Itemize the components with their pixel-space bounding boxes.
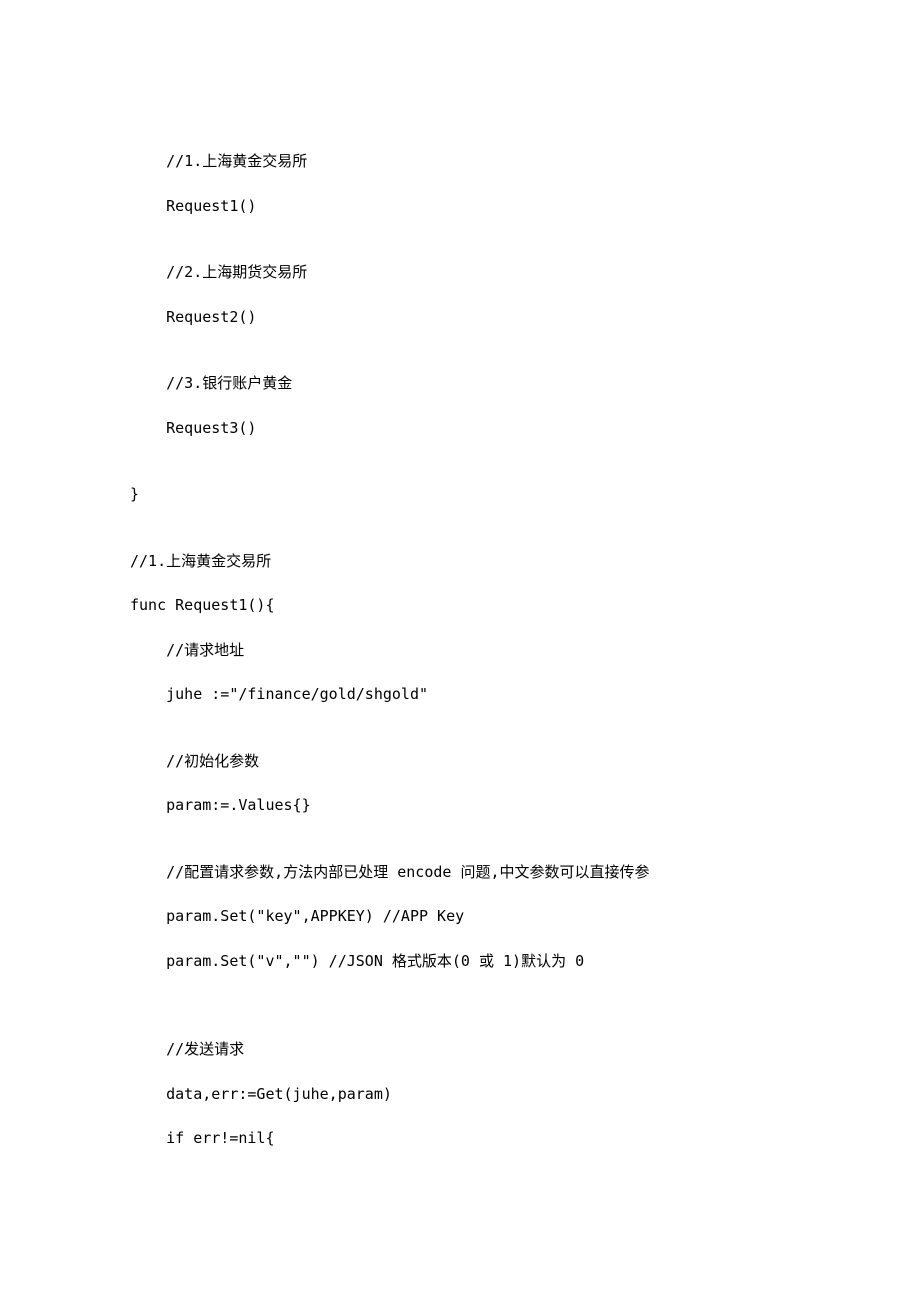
blank-line <box>130 439 790 461</box>
blank-line <box>130 772 790 794</box>
code-line: if err!=nil{ <box>130 1127 790 1150</box>
code-line: //3.银行账户黄金 <box>130 372 790 395</box>
blank-line <box>130 506 790 528</box>
code-line: juhe :="/finance/gold/shgold" <box>130 683 790 706</box>
code-line: //请求地址 <box>130 639 790 662</box>
code-line: Request3() <box>130 417 790 440</box>
code-line: data,err:=Get(juhe,param) <box>130 1083 790 1106</box>
code-line: //配置请求参数,方法内部已处理 encode 问题,中文参数可以直接传参 <box>130 861 790 884</box>
code-line: param.Set("key",APPKEY) //APP Key <box>130 905 790 928</box>
blank-line <box>130 528 790 550</box>
blank-line <box>130 173 790 195</box>
code-line: } <box>130 483 790 506</box>
code-line: //1.上海黄金交易所 <box>130 550 790 573</box>
blank-line <box>130 350 790 372</box>
blank-line <box>130 839 790 861</box>
blank-line <box>130 661 790 683</box>
blank-line <box>130 239 790 261</box>
code-line: Request1() <box>130 195 790 218</box>
blank-line <box>130 928 790 950</box>
blank-line <box>130 1105 790 1127</box>
blank-line <box>130 817 790 839</box>
blank-line <box>130 617 790 639</box>
blank-line <box>130 728 790 750</box>
code-line: //发送请求 <box>130 1038 790 1061</box>
code-line: //2.上海期货交易所 <box>130 261 790 284</box>
blank-line <box>130 461 790 483</box>
code-line: Request2() <box>130 306 790 329</box>
blank-line <box>130 1061 790 1083</box>
code-line: //初始化参数 <box>130 750 790 773</box>
blank-line <box>130 572 790 594</box>
blank-line <box>130 217 790 239</box>
blank-line <box>130 972 790 994</box>
code-line: param.Set("v","") //JSON 格式版本(0 或 1)默认为 … <box>130 950 790 973</box>
document-page: //1.上海黄金交易所 Request1() //2.上海期货交易所 Reque… <box>0 0 920 1302</box>
blank-line <box>130 1016 790 1038</box>
code-line: param:=.Values{} <box>130 794 790 817</box>
blank-line <box>130 883 790 905</box>
blank-line <box>130 328 790 350</box>
blank-line <box>130 706 790 728</box>
code-line: //1.上海黄金交易所 <box>130 150 790 173</box>
blank-line <box>130 284 790 306</box>
code-line: func Request1(){ <box>130 594 790 617</box>
blank-line <box>130 395 790 417</box>
blank-line <box>130 994 790 1016</box>
